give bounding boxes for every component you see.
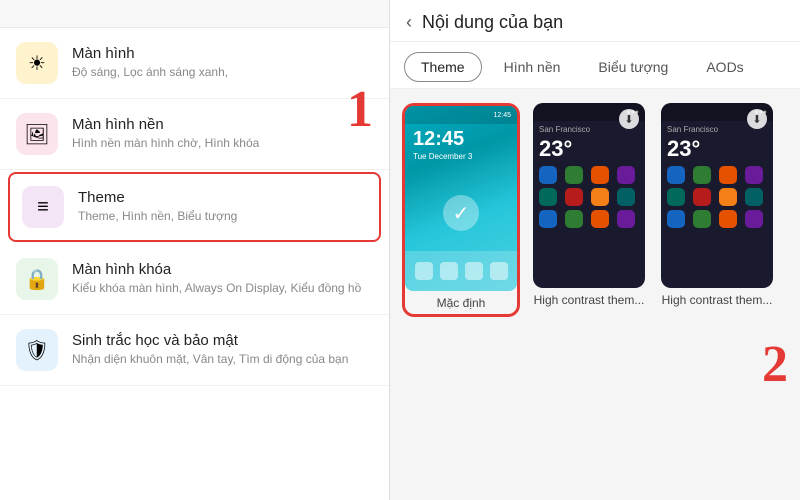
man-hinh-nen-subtitle: Hình nền màn hình chờ, Hình khóa <box>72 136 259 152</box>
theme-preview-high-contrast-2: ●●● San Francisco 23° <box>661 103 773 288</box>
tab-theme[interactable]: Theme <box>404 52 482 82</box>
settings-list: ☀ Màn hình Độ sáng, Lọc ánh sáng xanh, 🖼 Màn… <box>0 28 389 386</box>
theme-card-high-contrast-1[interactable]: ●●● San Francisco 23° <box>530 103 648 317</box>
sinh-trac-hoc-icon: 🛡 <box>16 329 58 371</box>
man-hinh-khoa-title: Màn hình khóa <box>72 261 361 278</box>
step-2-number: 2 <box>390 339 800 391</box>
theme-subtitle: Theme, Hình nền, Biểu tượng <box>78 209 237 225</box>
theme-preview-mac-dinh: 12:45 12:45 Tue December 3 ✓ <box>405 106 517 291</box>
panel-title: Nội dung của bạn <box>422 12 563 33</box>
themes-grid: 12:45 12:45 Tue December 3 ✓ Mặc định ●●… <box>390 89 800 331</box>
settings-item-man-hinh[interactable]: ☀ Màn hình Độ sáng, Lọc ánh sáng xanh, <box>0 28 389 99</box>
tab-hinh-nen[interactable]: Hình nền <box>488 53 577 81</box>
man-hinh-text: Màn hình Độ sáng, Lọc ánh sáng xanh, <box>72 45 228 81</box>
tab-aods[interactable]: AODs <box>690 53 759 81</box>
theme-title: Theme <box>78 189 237 206</box>
theme-name-mac-dinh: Mặc định <box>437 296 486 310</box>
step-1-number: 1 <box>347 80 373 139</box>
theme-card-mac-dinh[interactable]: 12:45 12:45 Tue December 3 ✓ Mặc định <box>402 103 520 317</box>
theme-preview-high-contrast-1: ●●● San Francisco 23° <box>533 103 645 288</box>
settings-item-sinh-trac-hoc[interactable]: 🛡 Sinh trắc học và bảo mật Nhận diện khuôn… <box>0 315 389 386</box>
man-hinh-khoa-icon: 🔒 <box>16 258 58 300</box>
man-hinh-khoa-subtitle: Kiểu khóa màn hình, Always On Display, K… <box>72 281 361 297</box>
top-bar <box>0 0 389 28</box>
theme-name-high-contrast-1: High contrast them... <box>534 293 645 307</box>
tab-bieu-tuong[interactable]: Biểu tượng <box>582 53 684 81</box>
theme-panel: ‹ Nội dung của bạn ThemeHình nềnBiểu tượ… <box>390 0 800 500</box>
man-hinh-icon: ☀ <box>16 42 58 84</box>
theme-name-high-contrast-2: High contrast them... <box>662 293 773 307</box>
settings-item-theme[interactable]: ≡ Theme Theme, Hình nền, Biểu tượng <box>8 172 381 242</box>
sinh-trac-hoc-text: Sinh trắc học và bảo mật Nhận diện khuôn … <box>72 332 348 368</box>
settings-item-man-hinh-khoa[interactable]: 🔒 Màn hình khóa Kiểu khóa màn hình, Always… <box>0 244 389 315</box>
settings-item-man-hinh-nen[interactable]: 🖼 Màn hình nền Hình nền màn hình chờ, Hình… <box>0 99 389 170</box>
man-hinh-khoa-text: Màn hình khóa Kiểu khóa màn hình, Always … <box>72 261 361 297</box>
sinh-trac-hoc-subtitle: Nhận diện khuôn mặt, Vân tay, Tìm di độn… <box>72 352 348 368</box>
settings-panel: ☀ Màn hình Độ sáng, Lọc ánh sáng xanh, 🖼 Màn… <box>0 0 390 500</box>
back-button[interactable]: ‹ <box>406 12 412 33</box>
man-hinh-subtitle: Độ sáng, Lọc ánh sáng xanh, <box>72 65 228 81</box>
man-hinh-nen-title: Màn hình nền <box>72 116 259 133</box>
man-hinh-nen-icon: 🖼 <box>16 113 58 155</box>
theme-icon: ≡ <box>22 186 64 228</box>
man-hinh-title: Màn hình <box>72 45 228 62</box>
tabs-bar: ThemeHình nềnBiểu tượngAODs <box>390 42 800 89</box>
theme-text: Theme Theme, Hình nền, Biểu tượng <box>78 189 237 225</box>
theme-card-high-contrast-2[interactable]: ●●● San Francisco 23° <box>658 103 776 317</box>
man-hinh-nen-text: Màn hình nền Hình nền màn hình chờ, Hình … <box>72 116 259 152</box>
panel-header: ‹ Nội dung của bạn <box>390 0 800 42</box>
sinh-trac-hoc-title: Sinh trắc học và bảo mật <box>72 332 348 349</box>
